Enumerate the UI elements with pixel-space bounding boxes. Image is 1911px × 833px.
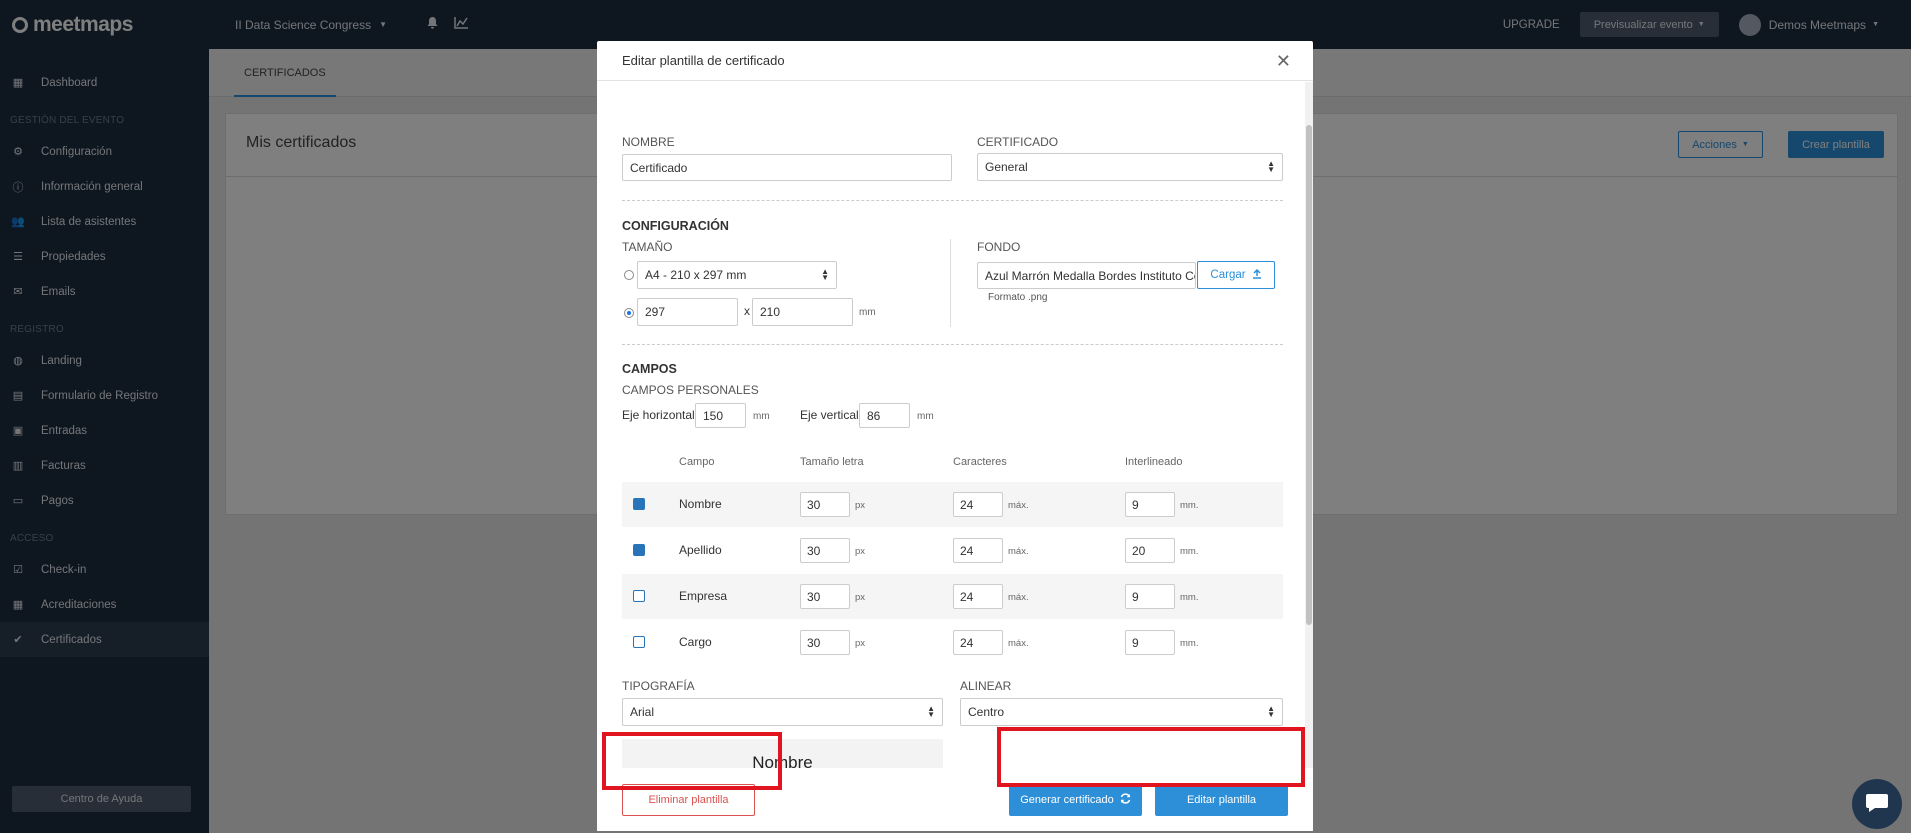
line-height-input[interactable]: 9 xyxy=(1125,584,1175,609)
font-size-unit: px xyxy=(855,592,866,603)
height-input[interactable]: 210 xyxy=(752,298,853,326)
select-arrows-icon: ▲ ▼ xyxy=(821,267,829,282)
eje-vertical-input[interactable]: 86 xyxy=(859,403,910,428)
font-size-input[interactable]: 30 xyxy=(800,492,850,517)
highlight-box-delete xyxy=(602,732,782,790)
field-checkbox[interactable] xyxy=(633,498,645,510)
line-height-input[interactable]: 9 xyxy=(1125,630,1175,655)
alinear-label: ALINEAR xyxy=(960,679,1012,693)
fondo-label: FONDO xyxy=(977,240,1021,254)
select-arrows-icon: ▲ ▼ xyxy=(1267,159,1275,174)
upload-icon xyxy=(1252,268,1262,282)
font-size-input[interactable]: 30 xyxy=(800,584,850,609)
max-chars-unit: máx. xyxy=(1008,500,1029,511)
header-campo: Campo xyxy=(679,456,715,468)
eje-vertical-unit: mm xyxy=(917,411,934,422)
tipografia-label: TIPOGRAFÍA xyxy=(622,679,695,693)
chat-button[interactable] xyxy=(1852,779,1902,829)
field-checkbox[interactable] xyxy=(633,544,645,556)
line-height-unit: mm. xyxy=(1180,592,1199,603)
field-name: Empresa xyxy=(679,589,728,603)
tamano-label: TAMAÑO xyxy=(622,240,673,254)
max-chars-unit: máx. xyxy=(1008,592,1029,603)
table-row: Cargo 30 px 24 máx. 9 mm. xyxy=(622,620,1283,665)
certificado-select[interactable]: General ▲ ▼ xyxy=(977,153,1283,181)
alinear-value: Centro xyxy=(968,705,1005,719)
select-arrows-icon: ▲ ▼ xyxy=(927,704,935,719)
fondo-input[interactable]: Azul Marrón Medalla Bordes Instituto Ce xyxy=(977,262,1196,289)
max-chars-unit: máx. xyxy=(1008,638,1029,649)
divider xyxy=(622,344,1283,345)
size-preset-value: A4 - 210 x 297 mm xyxy=(645,268,747,282)
max-chars-input[interactable]: 24 xyxy=(953,584,1003,609)
table-row: Nombre 30 px 24 máx. 9 mm. xyxy=(622,482,1283,527)
width-input[interactable]: 297 xyxy=(637,298,738,326)
font-size-unit: px xyxy=(855,500,866,511)
max-chars-input[interactable]: 24 xyxy=(953,630,1003,655)
font-size-input[interactable]: 30 xyxy=(800,538,850,563)
size-unit: mm xyxy=(859,307,876,318)
format-hint: Formato .png xyxy=(988,292,1048,303)
modal-body: NOMBRE Certificado CERTIFICADO General ▲… xyxy=(622,82,1283,768)
generate-label: Generar certificado xyxy=(1020,794,1114,806)
eje-horizontal-input[interactable]: 150 xyxy=(695,403,746,428)
select-arrows-icon: ▲ ▼ xyxy=(1267,704,1275,719)
edit-template-button[interactable]: Editar plantilla xyxy=(1155,784,1288,816)
line-height-unit: mm. xyxy=(1180,500,1199,511)
alinear-select[interactable]: Centro ▲ ▼ xyxy=(960,698,1283,726)
field-name: Nombre xyxy=(679,497,722,511)
refresh-icon xyxy=(1120,793,1131,807)
campos-personales-label: CAMPOS PERSONALES xyxy=(622,383,759,397)
field-checkbox[interactable] xyxy=(633,636,645,648)
line-height-input[interactable]: 9 xyxy=(1125,492,1175,517)
line-height-input[interactable]: 20 xyxy=(1125,538,1175,563)
header-interlineado: Interlineado xyxy=(1125,456,1183,468)
field-name: Cargo xyxy=(679,635,712,649)
upload-label: Cargar xyxy=(1210,269,1246,281)
nombre-input[interactable]: Certificado xyxy=(622,154,952,181)
eje-vertical-label: Eje vertical xyxy=(800,408,859,422)
config-title: CONFIGURACIÓN xyxy=(622,219,729,233)
nombre-label: NOMBRE xyxy=(622,135,675,149)
font-size-unit: px xyxy=(855,546,866,557)
modal-title: Editar plantilla de certificado xyxy=(597,41,1313,81)
eje-horizontal-unit: mm xyxy=(753,411,770,422)
table-row: Empresa 30 px 24 máx. 9 mm. xyxy=(622,574,1283,619)
size-preset-radio[interactable] xyxy=(624,270,634,280)
size-separator: x xyxy=(744,304,750,318)
table-row: Apellido 30 px 24 máx. 20 mm. xyxy=(622,528,1283,573)
certificado-label: CERTIFICADO xyxy=(977,135,1059,149)
divider xyxy=(622,200,1283,201)
max-chars-input[interactable]: 24 xyxy=(953,538,1003,563)
line-height-unit: mm. xyxy=(1180,638,1199,649)
modal-scrollbar[interactable] xyxy=(1305,82,1313,768)
vertical-divider xyxy=(950,239,951,327)
field-name: Apellido xyxy=(679,543,722,557)
custom-size-radio[interactable] xyxy=(624,308,634,318)
size-preset-select[interactable]: A4 - 210 x 297 mm ▲ ▼ xyxy=(637,261,837,289)
tipografia-select[interactable]: Arial ▲ ▼ xyxy=(622,698,943,726)
header-caracteres: Caracteres xyxy=(953,456,1007,468)
certificado-value: General xyxy=(985,160,1028,174)
max-chars-unit: máx. xyxy=(1008,546,1029,557)
tipografia-value: Arial xyxy=(630,705,655,719)
campos-title: CAMPOS xyxy=(622,362,677,376)
eje-horizontal-label: Eje horizontal xyxy=(622,408,695,422)
upload-button[interactable]: Cargar xyxy=(1197,261,1275,289)
generate-certificate-button[interactable]: Generar certificado xyxy=(1009,784,1142,816)
chat-icon xyxy=(1865,792,1889,817)
highlight-box-actions xyxy=(997,727,1305,787)
edit-certificate-modal: Editar plantilla de certificado ✕ NOMBRE… xyxy=(597,41,1313,831)
scrollbar-thumb[interactable] xyxy=(1306,125,1312,625)
font-size-unit: px xyxy=(855,638,866,649)
line-height-unit: mm. xyxy=(1180,546,1199,557)
field-checkbox[interactable] xyxy=(633,590,645,602)
header-tamano: Tamaño letra xyxy=(800,456,864,468)
font-size-input[interactable]: 30 xyxy=(800,630,850,655)
max-chars-input[interactable]: 24 xyxy=(953,492,1003,517)
close-icon[interactable]: ✕ xyxy=(1276,51,1291,72)
